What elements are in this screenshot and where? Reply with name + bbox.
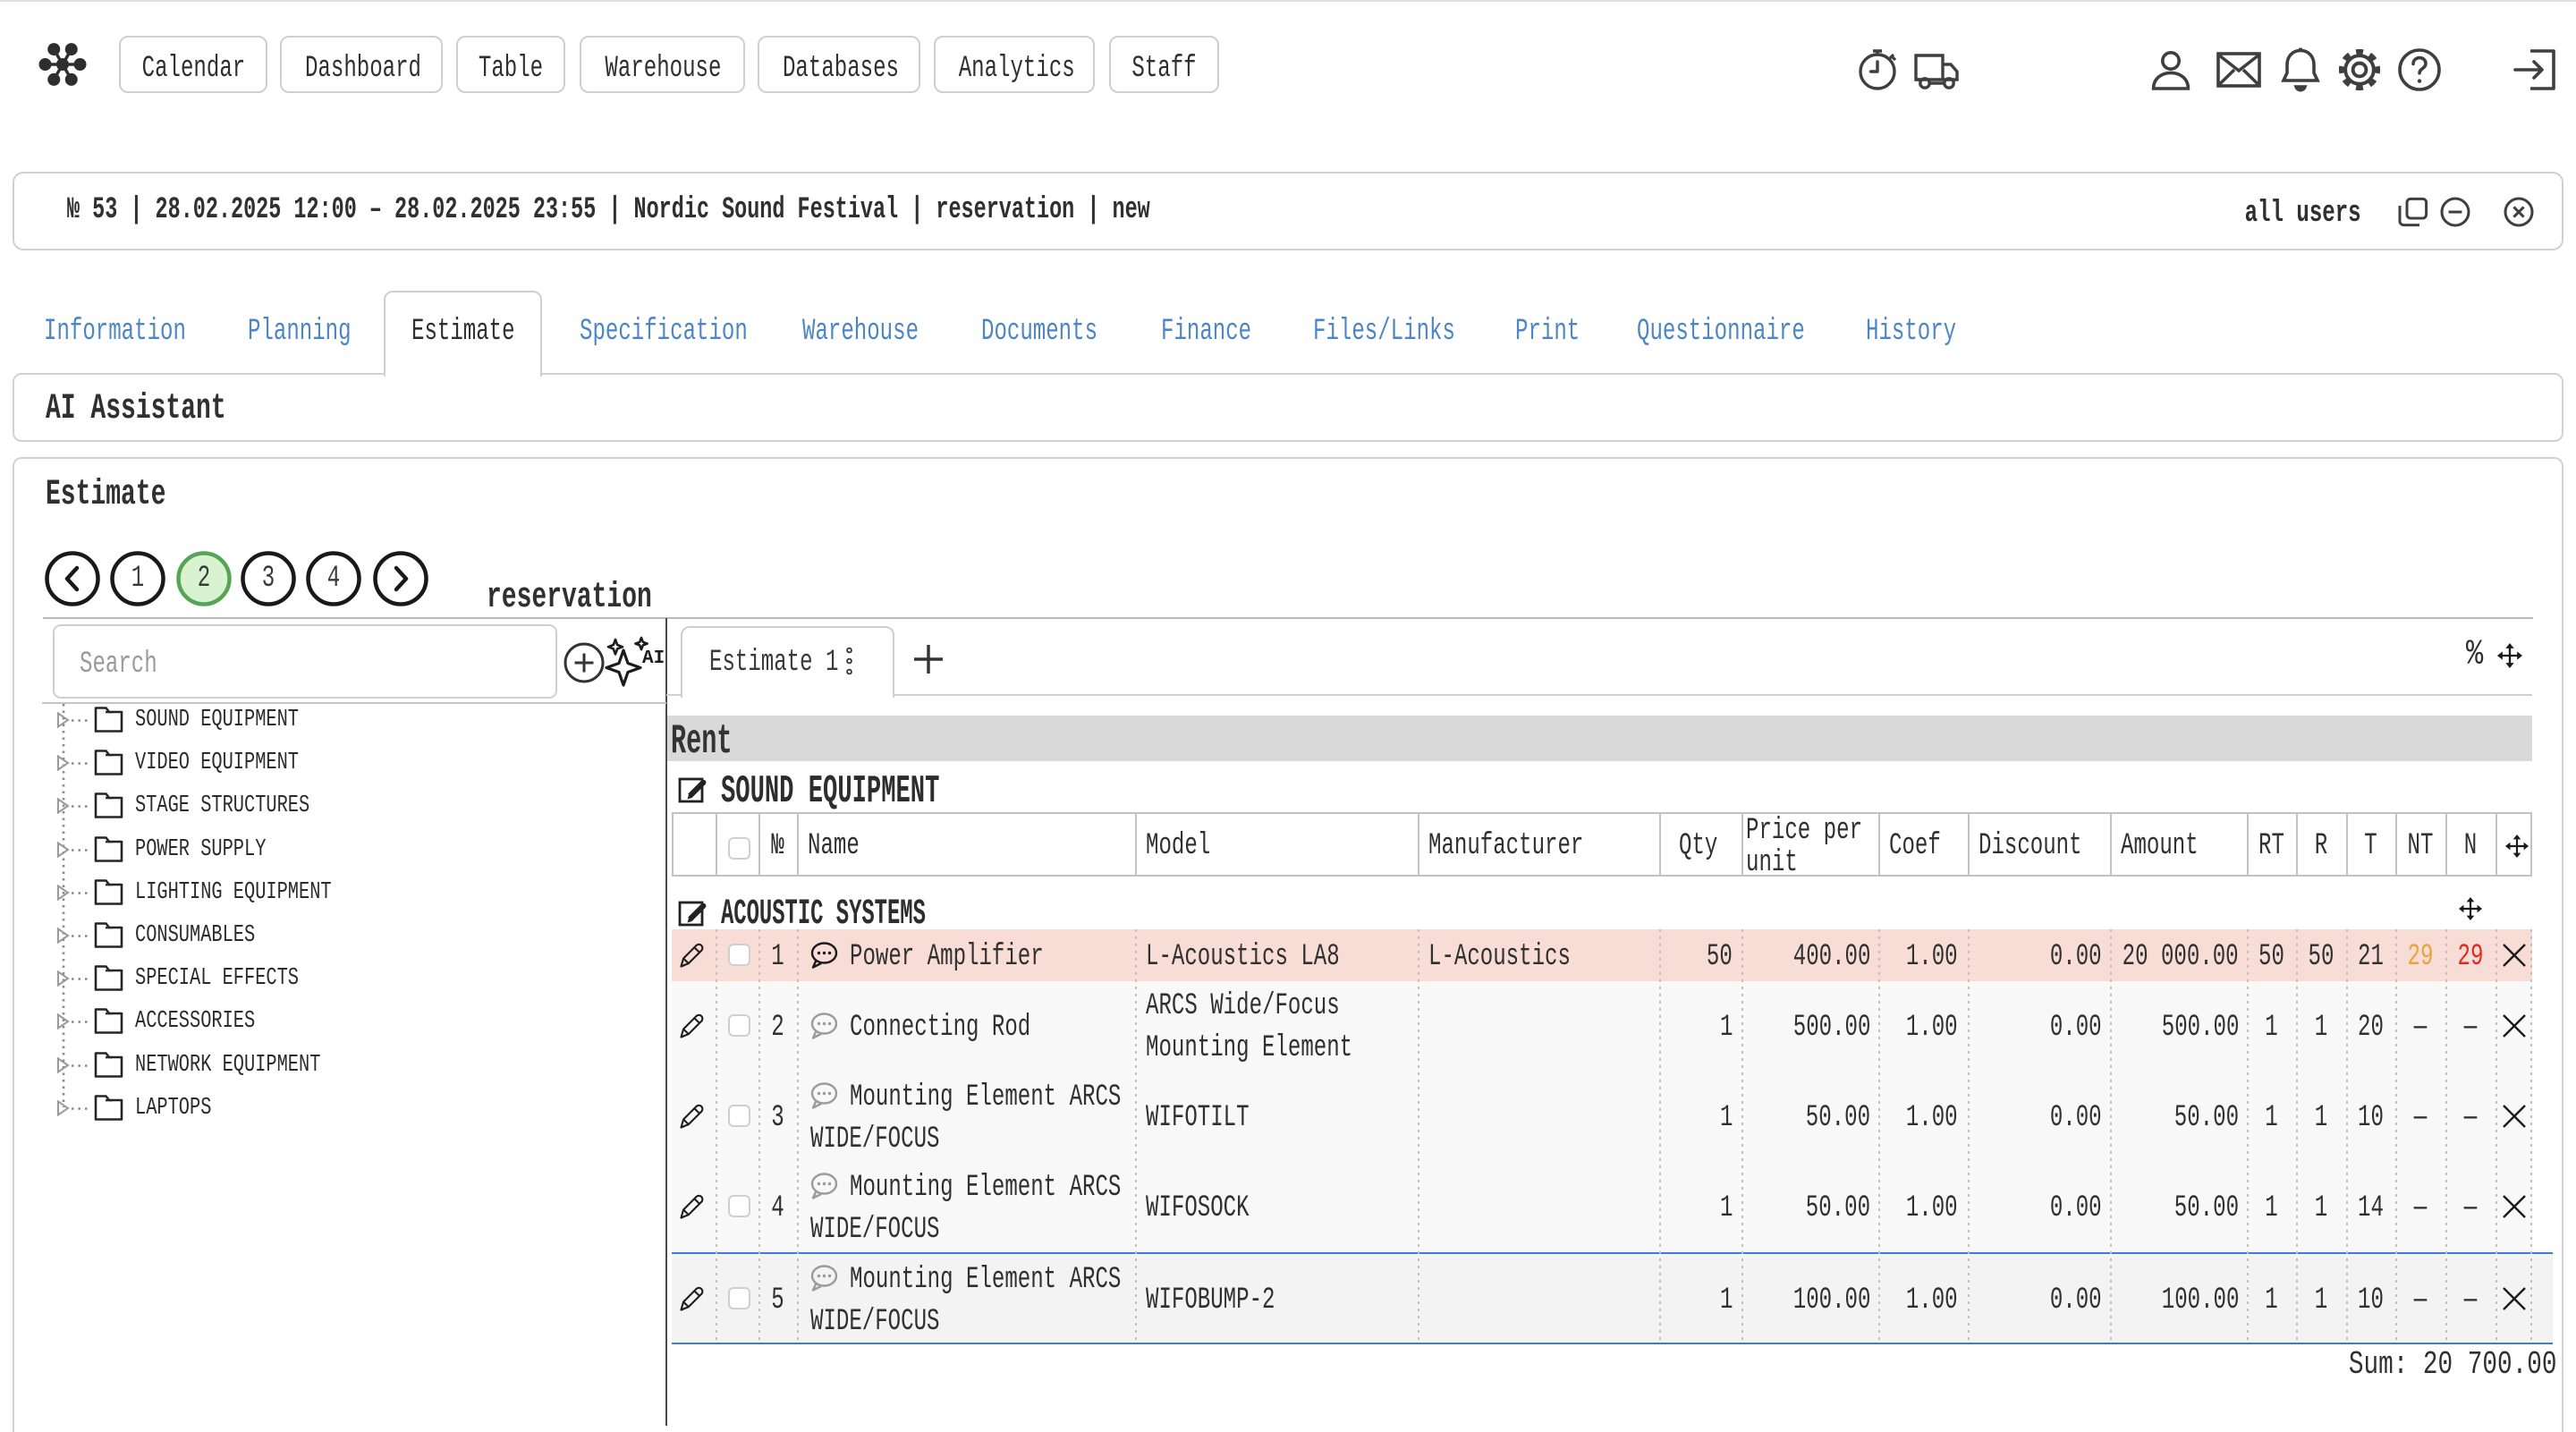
svg-text:AI: AI — [642, 648, 665, 669]
